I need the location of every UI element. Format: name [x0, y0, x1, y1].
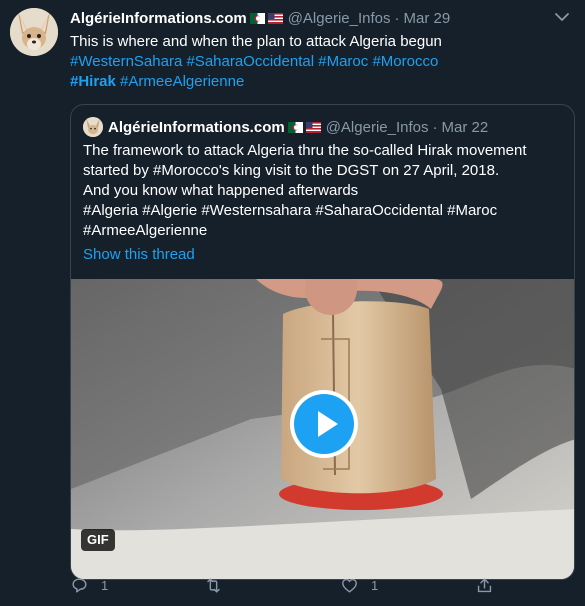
show-thread-link[interactable]: Show this thread — [83, 246, 195, 263]
gif-badge: GIF — [81, 529, 115, 551]
fennec-avatar-icon — [10, 8, 58, 56]
usa-flag-icon — [267, 12, 283, 24]
hashtag-line: #WesternSahara #SaharaOccidental #Maroc … — [70, 52, 570, 72]
tweet-date[interactable]: Mar 29 — [403, 10, 450, 27]
quoted-tweet[interactable]: AlgérieInformations.com @Algerie_Infos ·… — [70, 104, 575, 580]
hashtag-link[interactable]: #Morocco — [372, 53, 438, 70]
separator-dot: · — [394, 9, 400, 27]
tweet[interactable]: AlgérieInformations.com @Algerie_Infos ·… — [0, 0, 585, 606]
hashtag-link-hirak[interactable]: #Hirak — [70, 73, 116, 90]
chevron-down-icon[interactable] — [553, 10, 571, 24]
quoted-display-name: AlgérieInformations.com — [108, 118, 285, 136]
quoted-handle: @Algerie_Infos — [325, 118, 429, 136]
tweet-text: This is where and when the plan to attac… — [70, 32, 570, 92]
play-icon — [294, 394, 354, 454]
separator-dot: · — [432, 118, 438, 136]
quoted-tweet-header: AlgérieInformations.com @Algerie_Infos ·… — [83, 117, 488, 137]
quoted-text-line: #Algeria #Algerie #Westernsahara #Sahara… — [83, 202, 498, 219]
quoted-text-line: And you know what happened afterwards — [83, 182, 359, 199]
quoted-tweet-text: The framework to attack Algeria thru the… — [83, 141, 563, 241]
like-button[interactable]: 1 — [340, 570, 378, 600]
handle[interactable]: @Algerie_Infos — [288, 10, 391, 27]
hashtag-link[interactable]: #Maroc — [318, 53, 368, 70]
avatar[interactable] — [10, 8, 58, 56]
gif-media[interactable]: GIF — [71, 279, 574, 579]
quoted-text-line: #ArmeeAlgerienne — [83, 222, 208, 239]
hashtag-line: #Hirak #ArmeeAlgerienne — [70, 72, 570, 92]
reply-button[interactable]: 1 — [70, 570, 108, 600]
hashtag-link[interactable]: #SaharaOccidental — [186, 53, 314, 70]
play-button[interactable] — [290, 390, 358, 458]
tweet-header: AlgérieInformations.com @Algerie_Infos ·… — [70, 8, 450, 28]
like-icon — [342, 578, 357, 593]
hashtag-link[interactable]: #ArmeeAlgerienne — [120, 73, 244, 90]
fennec-avatar-icon — [83, 117, 103, 137]
quoted-avatar — [83, 117, 103, 137]
retweet-button[interactable] — [204, 570, 235, 600]
share-button[interactable] — [475, 570, 506, 600]
quoted-text-line: started by #Morocco's king visit to the … — [83, 162, 500, 179]
reply-icon — [72, 577, 87, 593]
hashtag-link[interactable]: #WesternSahara — [70, 53, 182, 70]
algeria-flag-icon — [249, 12, 265, 24]
tweet-text-line: This is where and when the plan to attac… — [70, 33, 442, 50]
share-icon — [477, 577, 492, 592]
display-name[interactable]: AlgérieInformations.com — [70, 10, 247, 27]
reply-count: 1 — [101, 577, 109, 593]
quoted-date: Mar 22 — [441, 118, 489, 136]
usa-flag-icon — [305, 121, 321, 133]
tweet-actions: 1 1 — [70, 570, 500, 600]
quoted-text-line: The framework to attack Algeria thru the… — [83, 142, 527, 159]
algeria-flag-icon — [287, 121, 303, 133]
retweet-icon — [207, 577, 220, 593]
like-count: 1 — [371, 577, 379, 593]
